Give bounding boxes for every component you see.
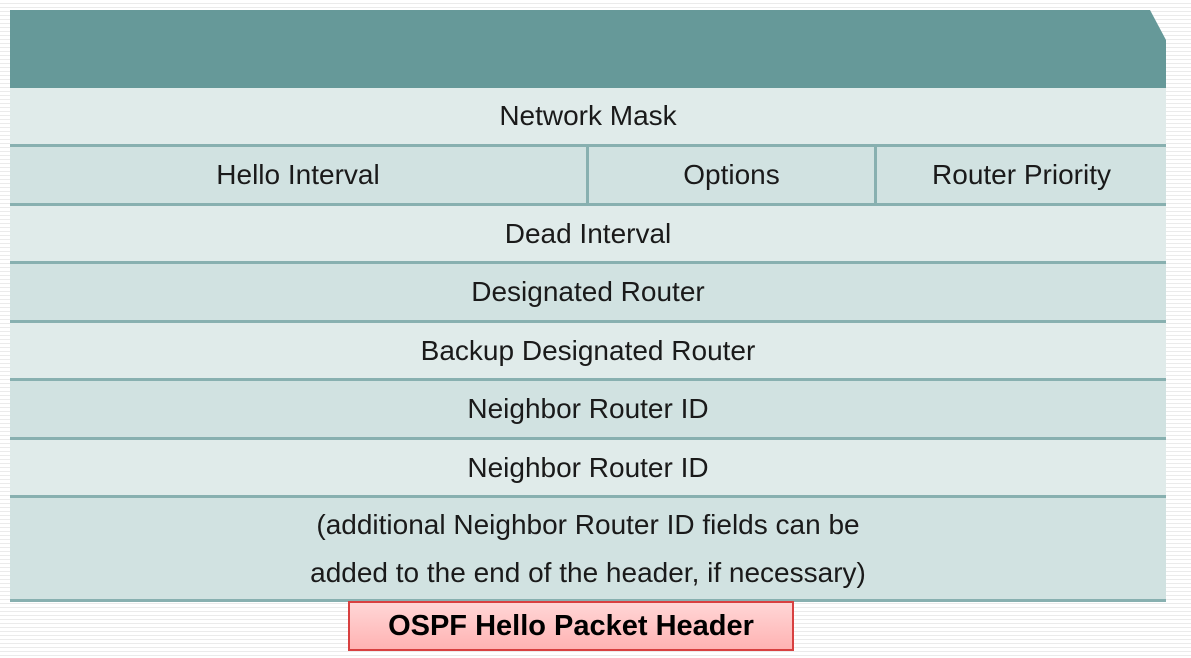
field-router-priority: Router Priority	[874, 147, 1166, 203]
field-designated-router: Designated Router	[471, 276, 705, 307]
row-neighbor-router-id-2: Neighbor Router ID	[10, 440, 1166, 498]
note-line: (additional Neighbor Router ID fields ca…	[316, 508, 860, 540]
field-dead-interval: Dead Interval	[504, 217, 672, 249]
row-additional-note: (additional Neighbor Router ID fields ca…	[10, 498, 1166, 602]
ospf-hello-packet-diagram: Network Mask Hello Interval Options Rout…	[10, 10, 1166, 602]
row-dead-interval: Dead Interval	[10, 206, 1166, 264]
note-line: added to the end of the header, if neces…	[310, 556, 866, 588]
field-options: Options	[586, 147, 874, 203]
row-backup-designated-router: Backup Designated Router	[10, 323, 1166, 381]
field-hello-interval: Hello Interval	[216, 159, 380, 190]
row-designated-router: Designated Router	[10, 264, 1166, 323]
field-network-mask: Network Mask	[499, 100, 677, 131]
field-neighbor-router-id: Neighbor Router ID	[467, 393, 709, 424]
field-neighbor-router-id: Neighbor Router ID	[467, 451, 709, 483]
field-backup-designated-router: Backup Designated Router	[420, 334, 756, 366]
row-neighbor-router-id-1: Neighbor Router ID	[10, 381, 1166, 440]
field-additional-note: (additional Neighbor Router ID fields ca…	[10, 498, 1166, 599]
row-hello-options-priority: Hello Interval Options Router Priority	[10, 147, 1166, 206]
caption-label: OSPF Hello Packet Header	[348, 601, 794, 651]
row-network-mask: Network Mask	[10, 88, 1166, 147]
header-bar	[10, 10, 1166, 88]
